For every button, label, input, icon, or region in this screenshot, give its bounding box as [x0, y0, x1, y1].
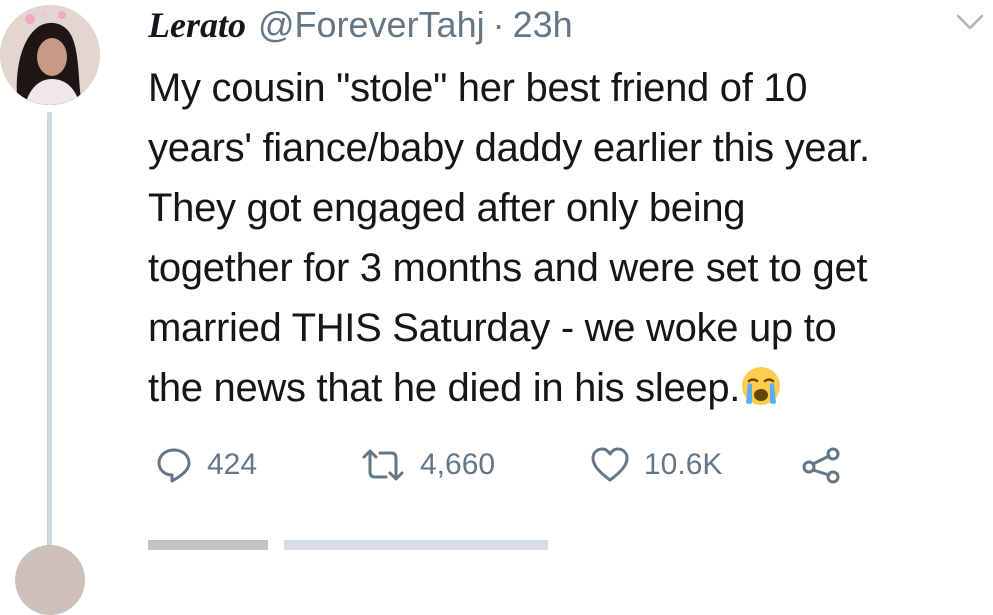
share-button[interactable] — [800, 446, 842, 484]
reply-count: 424 — [207, 448, 258, 481]
tweet-text-line: together for 3 months and were set to ge… — [148, 246, 868, 290]
tweet-text: My cousin "stole" her best friend of 10 … — [148, 58, 993, 418]
like-button[interactable]: 10.6K — [590, 446, 800, 484]
tweet-actions-bar: 424 4,660 10.6K — [155, 440, 842, 490]
header-separator: · — [492, 4, 505, 45]
tweet-header: Lerato @ForeverTahj · 23h — [148, 4, 573, 50]
like-count: 10.6K — [644, 448, 723, 481]
retweet-button[interactable]: 4,660 — [360, 446, 590, 484]
loudly-crying-face-icon — [740, 364, 782, 406]
next-tweet-header — [148, 540, 548, 550]
tweet-text-line: married THIS Saturday - we woke up to — [148, 306, 837, 350]
tweet-text-line: They got engaged after only being — [148, 186, 746, 230]
share-icon — [802, 447, 840, 484]
author-avatar[interactable] — [0, 5, 100, 105]
chevron-down-icon[interactable] — [955, 12, 985, 32]
retweet-icon — [362, 449, 404, 481]
author-handle[interactable]: @ForeverTahj — [258, 4, 485, 46]
reply-button[interactable]: 424 — [155, 446, 360, 484]
heart-icon — [591, 447, 629, 482]
tweet-timestamp[interactable]: 23h — [513, 4, 573, 46]
author-name[interactable]: Lerato — [148, 4, 246, 46]
speech-bubble-icon — [157, 448, 191, 483]
next-tweet-avatar[interactable] — [15, 545, 85, 615]
avatar-photo — [0, 5, 100, 105]
retweet-count: 4,660 — [420, 448, 496, 481]
tweet-text-line: years' fiance/baby daddy earlier this ye… — [148, 126, 870, 170]
tweet-text-line: the news that he died in his sleep. — [148, 366, 741, 410]
thread-connector-line — [47, 112, 52, 552]
tweet-text-line-last: the news that he died in his sleep. — [148, 358, 993, 418]
tweet-text-line: My cousin "stole" her best friend of 10 — [148, 66, 808, 110]
